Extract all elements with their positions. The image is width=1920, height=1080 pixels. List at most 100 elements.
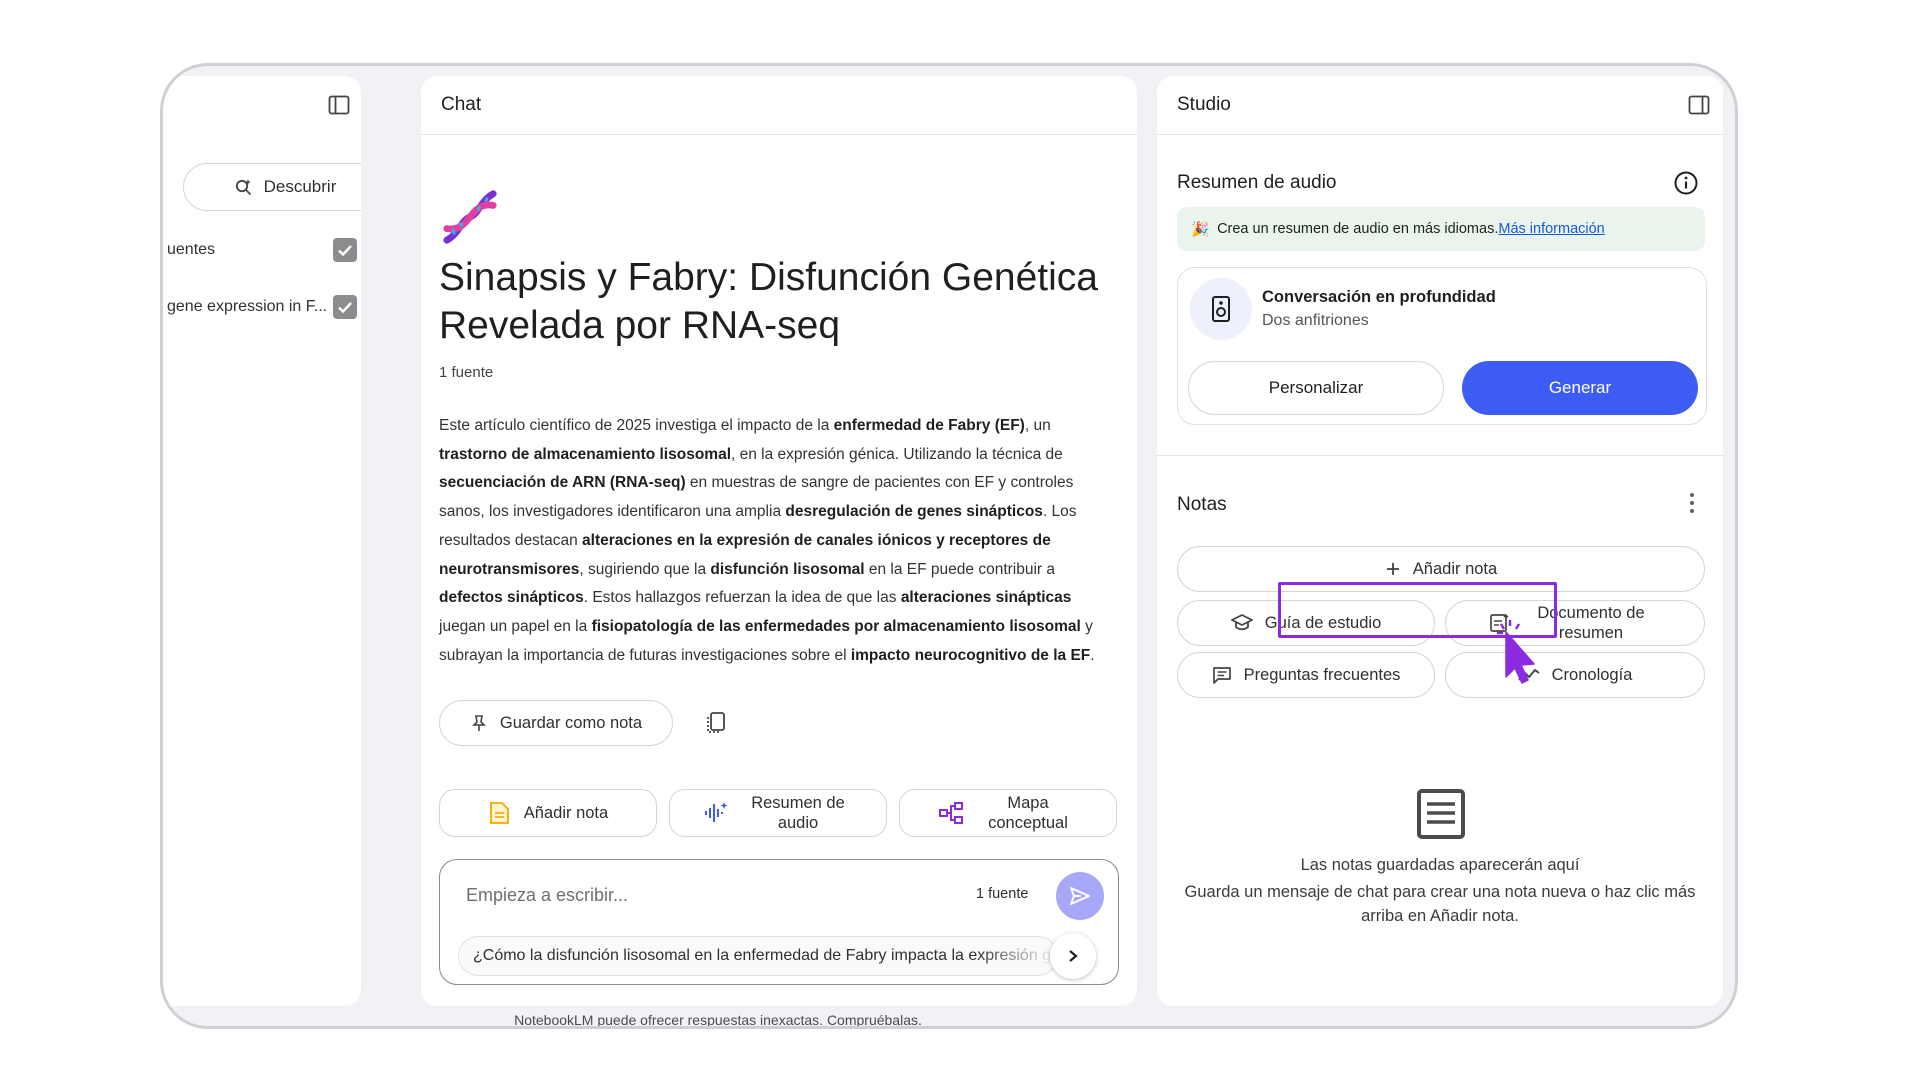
banner-message: Crea un resumen de audio en más idiomas. xyxy=(1217,221,1499,237)
summary-document-button[interactable]: Documento de resumen xyxy=(1445,600,1705,646)
more-options-icon[interactable] xyxy=(1687,492,1697,514)
chat-panel: Chat Sinapsis y Fabry: Disfunción Genéti… xyxy=(421,76,1137,1006)
source-count: 1 fuente xyxy=(439,364,494,381)
chat-header: Chat xyxy=(421,76,1137,135)
notes-empty-icon xyxy=(1417,789,1465,839)
summary-text: . xyxy=(1090,646,1095,664)
source-label: gene expression in F... xyxy=(167,298,327,315)
send-icon xyxy=(1070,887,1090,905)
add-note-button[interactable]: Añadir nota xyxy=(1177,546,1705,592)
audio-format-subtitle: Dos anfitriones xyxy=(1262,312,1369,329)
audio-summary-action-button[interactable]: Resumen de audio xyxy=(669,789,887,837)
app-screen: Descubrir uentes gene expression in F...… xyxy=(163,66,1735,1026)
suggested-question[interactable]: ¿Cómo la disfunción lisosomal en la enfe… xyxy=(458,936,1058,976)
timeline-button[interactable]: Cronología xyxy=(1445,652,1705,698)
add-note-action-button[interactable]: Añadir nota xyxy=(439,789,657,837)
notes-title: Notas xyxy=(1177,494,1227,515)
notebook-summary: Este artículo científico de 2025 investi… xyxy=(439,412,1121,670)
summary-text: en la EF puede contribuir a xyxy=(864,560,1055,578)
disclaimer: NotebookLM puede ofrecer respuestas inex… xyxy=(514,1012,922,1028)
summary-emphasis: desregulación de genes sinápticos xyxy=(785,503,1043,521)
collapse-panel-icon[interactable] xyxy=(327,93,351,117)
add-note-action-label: Añadir nota xyxy=(523,804,609,822)
audio-wave-icon xyxy=(705,802,728,822)
search-sparkle-icon xyxy=(235,179,251,196)
copy-icon[interactable] xyxy=(703,710,729,736)
summary-text: , un xyxy=(1024,417,1051,434)
personalize-button[interactable]: Personalizar xyxy=(1188,361,1444,415)
generate-button[interactable]: Generar xyxy=(1462,361,1698,415)
plus-icon xyxy=(1386,563,1399,575)
summary-emphasis: disfunción lisosomal xyxy=(710,560,865,578)
audio-overview-card: Conversación en profundidad Dos anfitrio… xyxy=(1177,267,1707,425)
document-icon xyxy=(489,802,509,824)
summary-emphasis: alteraciones sinápticas xyxy=(900,589,1072,607)
summary-emphasis: defectos sinápticos xyxy=(439,589,584,607)
summary-emphasis: secuenciación de ARN (RNA-seq) xyxy=(439,474,686,492)
audio-summary-title: Resumen de audio xyxy=(1177,172,1337,193)
summary-emphasis: enfermedad de Fabry (EF) xyxy=(833,417,1025,434)
speaker-icon xyxy=(1212,296,1230,322)
summary-text: , en la expresión génica. Utilizando la … xyxy=(731,445,1063,463)
notebook-title: Sinapsis y Fabry: Disfunción Genética Re… xyxy=(439,256,1098,347)
graduation-cap-icon xyxy=(1230,614,1253,631)
notes-empty-title: Las notas guardadas aparecerán aquí xyxy=(1300,856,1580,874)
speaker-icon-wrap xyxy=(1190,278,1252,340)
sources-panel: Descubrir uentes gene expression in F... xyxy=(163,76,361,1006)
composer-source-count: 1 fuente xyxy=(976,886,1029,902)
check-icon xyxy=(338,245,352,257)
next-suggestion-button[interactable] xyxy=(1050,933,1096,979)
summary-text: Este artículo científico de 2025 investi… xyxy=(439,417,834,434)
info-icon[interactable] xyxy=(1673,170,1699,196)
divider xyxy=(1157,455,1723,456)
chat-input[interactable] xyxy=(466,880,946,910)
source-row-all[interactable]: uentes xyxy=(163,236,361,266)
summary-emphasis: trastorno de almacenamiento lisosomal xyxy=(439,445,732,463)
chevron-right-icon xyxy=(1069,950,1078,962)
studio-panel: Studio Resumen de audio 🎉 Crea un resume… xyxy=(1157,76,1723,1006)
more-info-link[interactable]: Más información xyxy=(1498,221,1604,237)
faq-button[interactable]: Preguntas frecuentes xyxy=(1177,652,1435,698)
faq-label: Preguntas frecuentes xyxy=(1243,666,1401,684)
pointer-cursor-icon xyxy=(1497,620,1535,684)
discover-label: Descubrir xyxy=(263,177,337,196)
summary-emphasis: impacto neurocognitivo de la EF xyxy=(850,646,1091,664)
source-row-item[interactable]: gene expression in F... xyxy=(163,293,361,323)
audio-languages-banner: 🎉 Crea un resumen de audio en más idioma… xyxy=(1177,207,1705,251)
studio-header-title: Studio xyxy=(1177,94,1231,115)
collapse-studio-icon[interactable] xyxy=(1687,93,1711,117)
summary-text: , sugiriendo que la xyxy=(579,560,711,578)
add-note-label: Añadir nota xyxy=(1412,560,1498,578)
banner-text: Crea un resumen de audio en más idiomas.… xyxy=(1217,221,1605,237)
suggested-question-text: ¿Cómo la disfunción lisosomal en la enfe… xyxy=(473,947,1057,964)
study-guide-button[interactable]: Guía de estudio xyxy=(1177,600,1435,646)
source-label: uentes xyxy=(167,241,216,258)
concept-map-action-button[interactable]: Mapa conceptual xyxy=(899,789,1117,837)
source-checkbox[interactable] xyxy=(333,238,357,262)
audio-format-title: Conversación en profundidad xyxy=(1262,288,1496,306)
chat-bubble-icon xyxy=(1212,667,1231,684)
notes-empty-description: Guarda un mensaje de chat para crear una… xyxy=(1184,883,1696,925)
concept-map-icon xyxy=(939,802,963,824)
party-icon: 🎉 xyxy=(1191,221,1210,238)
concept-map-action-label: Mapa conceptual xyxy=(988,794,1068,832)
timeline-label: Cronología xyxy=(1551,666,1633,684)
summary-text: juegan un papel en la xyxy=(439,617,592,635)
save-as-note-button[interactable]: Guardar como nota xyxy=(439,700,673,746)
summary-text: . Estos hallazgos refuerzan la idea de q… xyxy=(583,589,901,607)
studio-header: Studio xyxy=(1157,76,1723,135)
source-checkbox[interactable] xyxy=(333,295,357,319)
device-frame: Descubrir uentes gene expression in F...… xyxy=(160,63,1738,1029)
check-icon xyxy=(338,302,352,314)
send-button[interactable] xyxy=(1056,872,1104,920)
chat-header-title: Chat xyxy=(441,94,482,115)
summary-emphasis: fisiopatología de las enfermedades por a… xyxy=(591,617,1081,635)
chat-composer: 1 fuente ¿Cómo la disfunción lisosomal e… xyxy=(439,859,1119,985)
audio-summary-action-label: Resumen de audio xyxy=(751,794,845,832)
suggestion-fade xyxy=(977,937,1057,975)
discover-button[interactable]: Descubrir xyxy=(183,163,361,211)
save-as-note-label: Guardar como nota xyxy=(499,713,643,732)
study-guide-label: Guía de estudio xyxy=(1264,614,1382,632)
dna-icon xyxy=(443,190,497,244)
pin-icon xyxy=(471,715,486,731)
